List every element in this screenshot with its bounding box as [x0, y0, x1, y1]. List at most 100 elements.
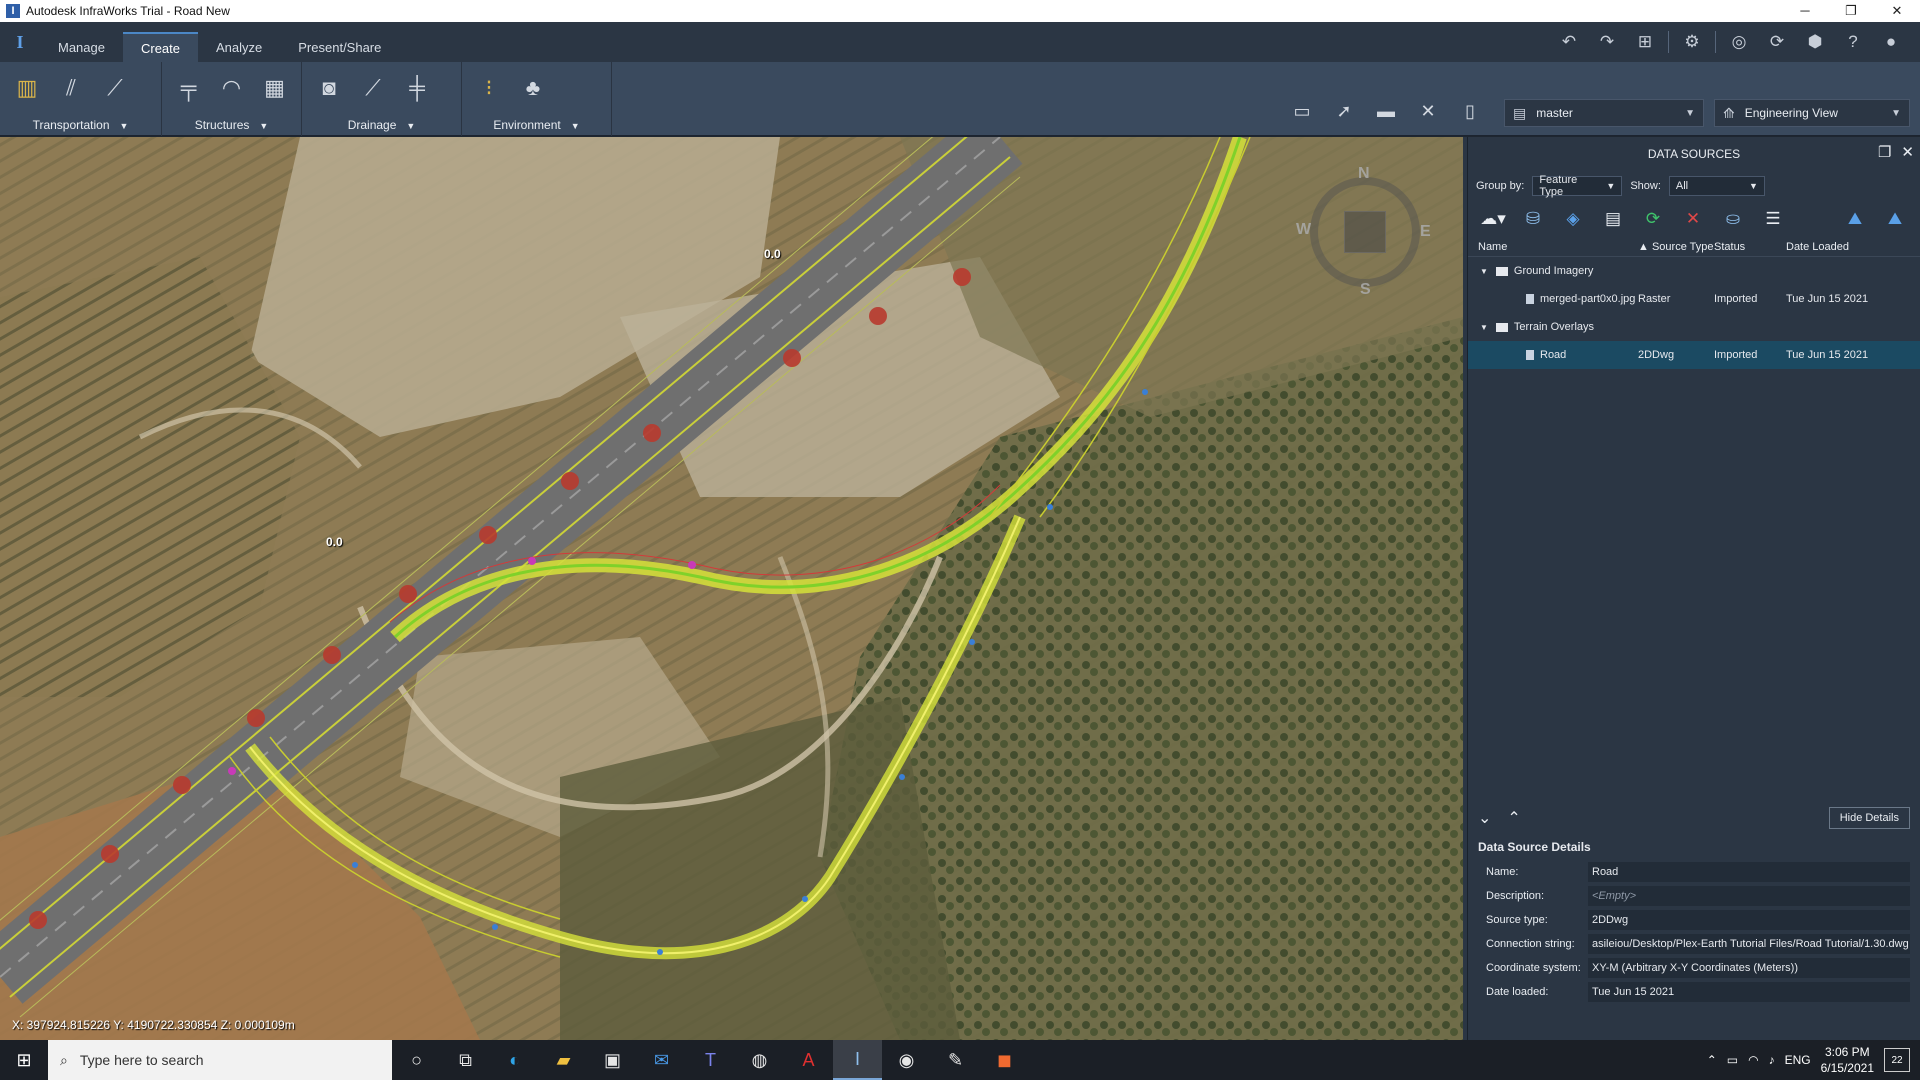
- undo-icon[interactable]: ↶: [1550, 32, 1588, 52]
- expand-up-icon[interactable]: ⌃: [1507, 808, 1520, 828]
- panel-toggle-icon[interactable]: ▯: [1452, 95, 1488, 127]
- select-pointer-icon[interactable]: ➚: [1326, 95, 1362, 127]
- close-button[interactable]: ✕: [1874, 3, 1920, 19]
- sync-icon[interactable]: ⟳: [1758, 32, 1796, 52]
- task-view-icon[interactable]: ⧉: [441, 1040, 490, 1080]
- table-row[interactable]: merged-part0x0.jpg Raster Imported Tue J…: [1468, 285, 1920, 313]
- detail-connection-field[interactable]: asileiou/Desktop/Plex-Earth Tutorial Fil…: [1588, 934, 1910, 954]
- drainage-dropdown[interactable]: Drainage ▼: [302, 118, 461, 132]
- user-avatar-icon[interactable]: ●: [1872, 32, 1910, 52]
- column-date-loaded[interactable]: Date Loaded: [1786, 241, 1906, 253]
- remove-surface-icon[interactable]: ⛰: [1838, 205, 1872, 233]
- source-status: Imported: [1714, 293, 1758, 305]
- model-explorer-icon[interactable]: ⊞: [1626, 32, 1664, 52]
- proposal-icon: ▤: [1513, 104, 1527, 121]
- tab-manage[interactable]: Manage: [40, 32, 123, 62]
- chevron-up-icon[interactable]: ⌃: [1707, 1053, 1717, 1067]
- tab-create[interactable]: Create: [122, 32, 199, 62]
- wifi-icon[interactable]: ◠: [1748, 1053, 1758, 1067]
- traffic-light-icon[interactable]: ⁝: [472, 71, 506, 105]
- collapse-down-icon[interactable]: ⌄: [1478, 808, 1491, 828]
- structures-dropdown[interactable]: Structures ▼: [162, 118, 301, 132]
- proposal-select[interactable]: ▤ master ▼: [1504, 99, 1704, 127]
- column-name[interactable]: Name: [1478, 241, 1638, 253]
- group-row-ground-imagery[interactable]: ▼ Ground Imagery: [1468, 257, 1920, 285]
- store-icon[interactable]: ▣: [588, 1040, 637, 1080]
- tunnel-icon[interactable]: ◠: [215, 71, 248, 105]
- detail-source-type-field[interactable]: 2DDwg: [1588, 910, 1910, 930]
- notification-center-icon[interactable]: 22: [1884, 1048, 1910, 1072]
- cube-services-icon[interactable]: ⬢: [1796, 32, 1834, 52]
- model-builder-icon[interactable]: ◈: [1556, 205, 1590, 233]
- taskbar-search[interactable]: ⌕ Type here to search: [48, 1040, 392, 1080]
- map-viewport[interactable]: 0.0 0.0 N S E W X: 397924.815226 Y: 4190…: [0, 137, 1463, 1040]
- infraworks-taskbar-icon[interactable]: I: [833, 1040, 882, 1080]
- show-select[interactable]: All ▼: [1668, 176, 1765, 196]
- building-icon[interactable]: ▦: [258, 71, 291, 105]
- environment-dropdown[interactable]: Environment ▼: [462, 118, 611, 132]
- detail-coordinate-field[interactable]: XY-M (Arbitrary X-Y Coordinates (Meters)…: [1588, 958, 1910, 978]
- measure-icon[interactable]: ▬: [1368, 95, 1404, 127]
- mail-icon[interactable]: ✉: [637, 1040, 686, 1080]
- transportation-dropdown[interactable]: Transportation ▼: [0, 118, 161, 132]
- curve-road-icon[interactable]: ⫽: [54, 71, 88, 105]
- language-indicator[interactable]: ENG: [1785, 1053, 1811, 1067]
- presentation-icon[interactable]: ▭: [1284, 95, 1320, 127]
- cortana-icon[interactable]: ○: [392, 1040, 441, 1080]
- connector-icon[interactable]: ╪: [400, 71, 434, 105]
- tree-icon[interactable]: ♣: [516, 71, 550, 105]
- bridge-icon[interactable]: ╤: [172, 71, 205, 105]
- recorder-app-icon[interactable]: ◼: [980, 1040, 1029, 1080]
- minimize-button[interactable]: ─: [1782, 3, 1828, 19]
- component-road-icon[interactable]: ⟋: [98, 71, 132, 105]
- table-row[interactable]: Road 2DDwg Imported Tue Jun 15 2021: [1468, 341, 1920, 369]
- group-by-select[interactable]: Feature Type ▼: [1532, 174, 1623, 198]
- detail-description-field[interactable]: <Empty>: [1588, 886, 1910, 906]
- globe-app-icon[interactable]: ◉: [882, 1040, 931, 1080]
- edge-browser-icon[interactable]: ◐: [490, 1040, 539, 1080]
- battery-icon[interactable]: ▭: [1727, 1053, 1738, 1067]
- add-surface-icon[interactable]: ⛰: [1878, 205, 1912, 233]
- detail-name-field[interactable]: Road: [1588, 862, 1910, 882]
- settings-gear-icon[interactable]: ⚙: [1673, 32, 1711, 52]
- windows-start-icon[interactable]: ⊞: [0, 1050, 48, 1071]
- infraworks-app-icon: I: [6, 4, 20, 18]
- refresh-icon[interactable]: ⟳: [1636, 205, 1670, 233]
- group-row-terrain-overlays[interactable]: ▼ Terrain Overlays: [1468, 313, 1920, 341]
- view-mode-select[interactable]: ⟰ Engineering View ▼: [1714, 99, 1910, 127]
- view-cube-compass[interactable]: N S E W: [1296, 165, 1431, 298]
- teams-icon[interactable]: T: [686, 1040, 735, 1080]
- chrome-icon[interactable]: ◍: [735, 1040, 784, 1080]
- restore-button[interactable]: ❐: [1828, 3, 1874, 19]
- clock[interactable]: 3:06 PM 6/15/2021: [1821, 1044, 1874, 1076]
- pipe-icon[interactable]: ◙: [312, 71, 346, 105]
- remove-icon[interactable]: ✕: [1676, 205, 1710, 233]
- hide-details-button[interactable]: Hide Details: [1828, 807, 1910, 829]
- tools-icon[interactable]: ✕: [1410, 95, 1446, 127]
- expand-triangle-icon[interactable]: ▼: [1480, 267, 1488, 276]
- column-source-type[interactable]: ▲ Source Type: [1638, 241, 1714, 253]
- paint-app-icon[interactable]: ✎: [931, 1040, 980, 1080]
- configure-icon[interactable]: ▤: [1596, 205, 1630, 233]
- infraworks-logo-icon[interactable]: I: [0, 22, 40, 62]
- undock-icon[interactable]: ❐: [1878, 143, 1891, 161]
- tab-present-share[interactable]: Present/Share: [280, 32, 399, 62]
- export-icon[interactable]: ⛀: [1716, 205, 1750, 233]
- expand-triangle-icon[interactable]: ▼: [1480, 323, 1488, 332]
- close-panel-icon[interactable]: ✕: [1901, 143, 1914, 161]
- detail-date-field[interactable]: Tue Jun 15 2021: [1588, 982, 1910, 1002]
- road-icon[interactable]: ▥: [10, 71, 44, 105]
- acrobat-icon[interactable]: A: [784, 1040, 833, 1080]
- column-status[interactable]: Status: [1714, 241, 1786, 253]
- culvert-icon[interactable]: ⟋: [356, 71, 390, 105]
- cloud-collaboration-icon[interactable]: ◎: [1720, 32, 1758, 52]
- help-icon[interactable]: ?: [1834, 32, 1872, 52]
- redo-icon[interactable]: ↷: [1588, 32, 1626, 52]
- database-icon[interactable]: ⛁: [1516, 205, 1550, 233]
- volume-icon[interactable]: ♪: [1769, 1053, 1775, 1067]
- layers-icon[interactable]: ☰: [1756, 205, 1790, 233]
- file-explorer-icon[interactable]: ▰: [539, 1040, 588, 1080]
- view-cube[interactable]: [1344, 211, 1386, 253]
- tab-analyze[interactable]: Analyze: [198, 32, 280, 62]
- add-file-data-source-icon[interactable]: ☁▾: [1476, 205, 1510, 233]
